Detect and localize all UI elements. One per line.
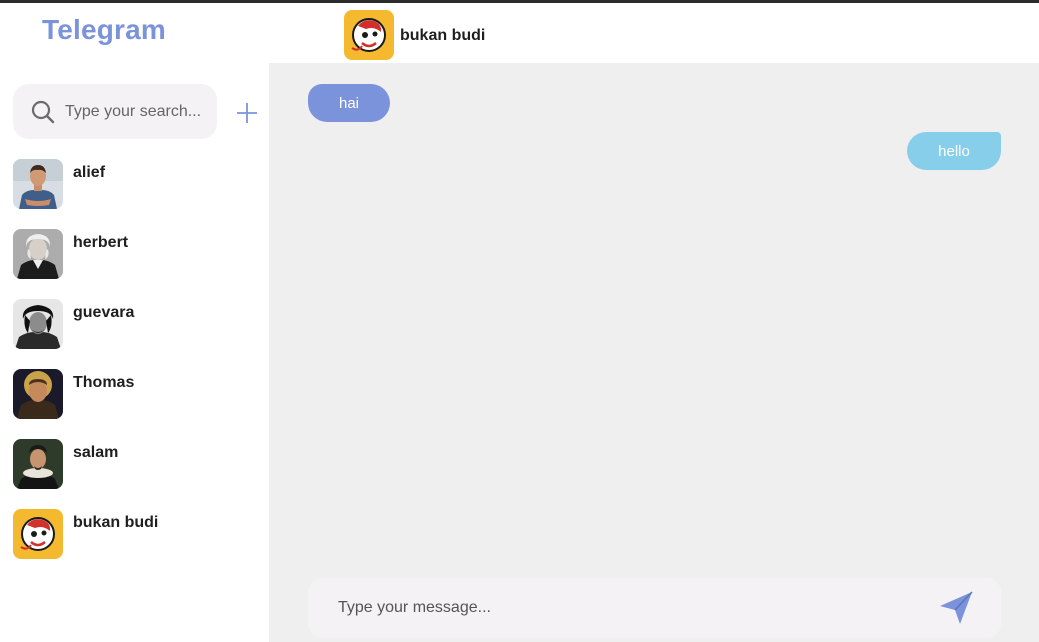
add-chat-button[interactable] bbox=[235, 101, 259, 125]
contact-name: bukan budi bbox=[73, 514, 159, 531]
chat-contact-name: bukan budi bbox=[400, 27, 486, 44]
contact-name: salam bbox=[73, 444, 119, 461]
app-brand-title: Telegram bbox=[42, 14, 167, 45]
contact-name: alief bbox=[73, 164, 106, 181]
contact-item-salam[interactable]: salam bbox=[0, 436, 269, 506]
avatar bbox=[13, 229, 63, 279]
avatar bbox=[13, 509, 63, 559]
sidebar: Telegram Type your search... alief herbe… bbox=[0, 3, 291, 642]
contact-item-herbert[interactable]: herbert bbox=[0, 226, 269, 296]
avatar bbox=[13, 299, 63, 349]
avatar bbox=[13, 369, 63, 419]
chat-message-area: hai hello bbox=[269, 63, 1039, 642]
search-box bbox=[13, 84, 217, 139]
contact-name: herbert bbox=[73, 234, 129, 251]
send-icon[interactable] bbox=[938, 590, 974, 626]
chat-header-avatar[interactable] bbox=[344, 10, 394, 60]
contact-item-thomas[interactable]: Thomas bbox=[0, 366, 269, 436]
search-input[interactable] bbox=[65, 94, 211, 129]
contact-name: Thomas bbox=[73, 374, 135, 391]
avatar bbox=[13, 159, 63, 209]
avatar bbox=[13, 439, 63, 489]
contact-list: alief herbert guevara Thomas salam bukan… bbox=[0, 156, 269, 576]
contact-item-guevara[interactable]: guevara bbox=[0, 296, 269, 366]
contact-item-alief[interactable]: alief bbox=[0, 156, 269, 226]
chat-header: bukan budi bbox=[269, 3, 1039, 63]
message-bubble-incoming: hai bbox=[308, 84, 390, 122]
contact-item-bukan-budi[interactable]: bukan budi bbox=[0, 506, 269, 576]
message-input[interactable] bbox=[338, 590, 918, 626]
contact-name: guevara bbox=[73, 304, 135, 321]
message-composer bbox=[308, 578, 1001, 638]
search-icon bbox=[31, 100, 55, 124]
message-bubble-outgoing: hello bbox=[907, 132, 1001, 170]
